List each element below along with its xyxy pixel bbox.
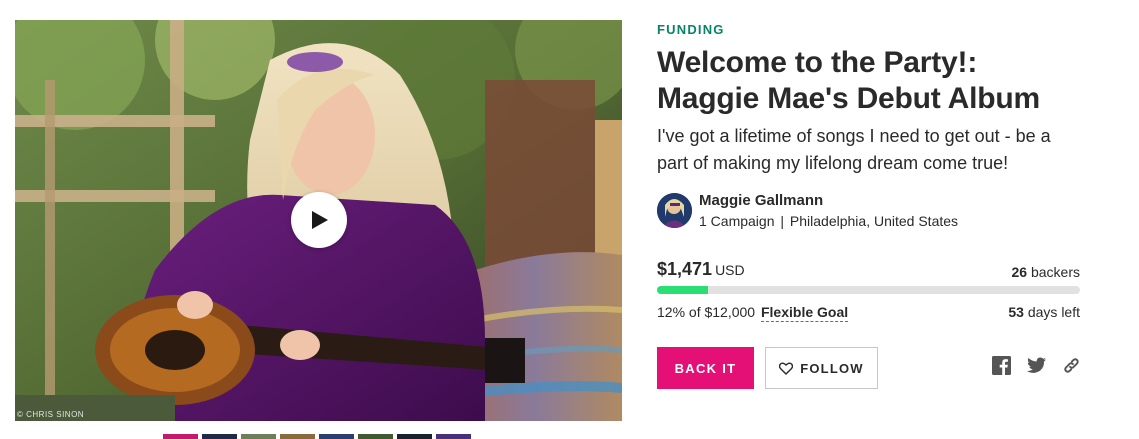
owner-meta-separator: | xyxy=(780,213,785,229)
campaign-title: Welcome to the Party!: Maggie Mae's Debu… xyxy=(657,46,1040,115)
follow-label: FOLLOW xyxy=(800,360,864,376)
twitter-icon[interactable] xyxy=(1027,356,1046,375)
backers-count: 26 backers xyxy=(1012,264,1081,280)
thumbnail[interactable] xyxy=(280,434,315,439)
heart-icon xyxy=(779,362,794,375)
thumbnail[interactable] xyxy=(319,434,354,439)
thumbnail[interactable] xyxy=(436,434,471,439)
thumbnail[interactable] xyxy=(202,434,237,439)
campaign-media[interactable]: © CHRIS SINON xyxy=(15,20,622,421)
thumbnail[interactable] xyxy=(358,434,393,439)
owner-location: Philadelphia, United States xyxy=(789,213,959,229)
days-number: 53 xyxy=(1008,304,1024,320)
back-it-button[interactable]: BACK IT xyxy=(657,347,754,389)
funding-progress-bar xyxy=(657,286,1080,294)
days-left: 53 days left xyxy=(1008,304,1080,320)
play-icon xyxy=(312,211,328,229)
raised-currency: USD xyxy=(715,262,745,278)
backers-number: 26 xyxy=(1011,264,1028,280)
avatar[interactable] xyxy=(657,193,692,228)
avatar-image xyxy=(657,193,692,228)
campaign-tagline: I've got a lifetime of songs I need to g… xyxy=(657,126,1051,173)
flexible-goal-link[interactable]: Flexible Goal xyxy=(760,304,849,322)
thumbnail[interactable] xyxy=(241,434,276,439)
funding-progress-fill xyxy=(657,286,708,294)
follow-button[interactable]: FOLLOW xyxy=(765,347,878,389)
goal-text: 12% of $12,000 xyxy=(657,304,756,320)
thumbnail[interactable] xyxy=(163,434,198,439)
play-video-button[interactable] xyxy=(291,192,347,248)
owner-campaign-count: 1 Campaign xyxy=(699,213,775,229)
share-links xyxy=(992,356,1081,375)
media-thumbnails xyxy=(163,434,471,439)
photo-credit: © CHRIS SINON xyxy=(17,410,85,419)
raised-amount: $1,471 xyxy=(657,259,713,279)
campaign-category[interactable]: FUNDING xyxy=(657,22,725,37)
link-icon[interactable] xyxy=(1062,356,1081,375)
facebook-icon[interactable] xyxy=(992,356,1011,375)
owner-meta: 1 Campaign | Philadelphia, United States xyxy=(699,213,958,229)
funds-raised: $1,471 USD xyxy=(657,259,745,280)
thumbnail[interactable] xyxy=(397,434,432,439)
days-label: days left xyxy=(1027,304,1080,320)
campaign-owner: Maggie Gallmann 1 Campaign | Philadelphi… xyxy=(657,192,1082,232)
funding-goal: 12% of $12,000 Flexible Goal xyxy=(657,304,849,322)
backers-label: backers xyxy=(1030,264,1080,280)
owner-name[interactable]: Maggie Gallmann xyxy=(699,192,823,209)
